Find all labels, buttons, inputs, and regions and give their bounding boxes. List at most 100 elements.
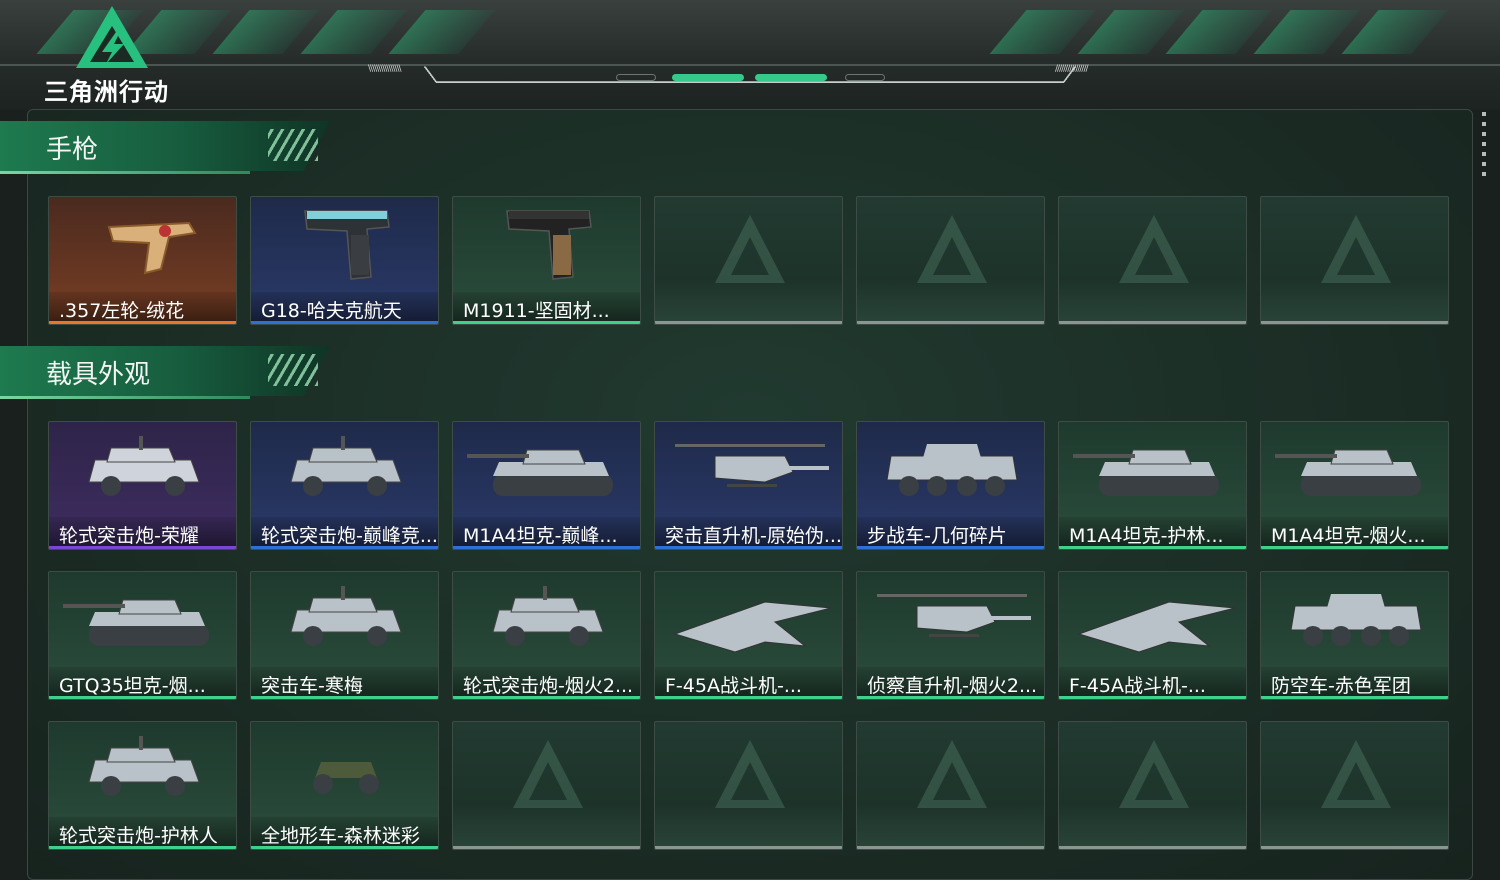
rarity-bar <box>1059 696 1246 699</box>
delta-emblem-icon <box>715 740 785 808</box>
empty-slot <box>654 196 843 325</box>
slot-bar <box>1261 321 1448 324</box>
item-label: .357左轮-绒花 <box>49 292 236 324</box>
item-label: 步战车-几何碎片 <box>857 517 1044 549</box>
section-header-vehicles: 载具外观 <box>0 346 330 400</box>
delta-emblem-icon <box>513 740 583 808</box>
header-ticks-left: \\\\\\\\\\\\\\\\ <box>368 64 402 74</box>
armored-car-icon <box>290 586 402 646</box>
item-card[interactable]: 步战车-几何碎片 <box>856 421 1045 550</box>
tank-icon <box>1073 449 1219 496</box>
rarity-bar <box>1261 696 1448 699</box>
tank-icon <box>467 449 613 496</box>
empty-slot <box>1260 196 1449 325</box>
delta-emblem-icon <box>917 215 987 283</box>
rarity-bar <box>1059 546 1246 549</box>
item-label: F-45A战斗机-... <box>1059 667 1246 699</box>
item-label: F-45A战斗机-... <box>655 667 842 699</box>
item-card[interactable]: G18-哈夫克航天 <box>250 196 439 325</box>
section-title: 手枪 <box>46 135 99 165</box>
slot-bar <box>1059 321 1246 324</box>
item-card[interactable]: M1A4坦克-护林... <box>1058 421 1247 550</box>
item-card[interactable]: F-45A战斗机-... <box>1058 571 1247 700</box>
item-label: 轮式突击炮-烟火2... <box>453 667 640 699</box>
item-label: 突击车-寒梅 <box>251 667 438 699</box>
item-card[interactable]: GTQ35坦克-烟... <box>48 571 237 700</box>
pistol-grid: .357左轮-绒花 G18-哈夫克航天 M1911-坚固材... <box>48 196 1449 325</box>
item-card[interactable]: M1911-坚固材... <box>452 196 641 325</box>
scrollbar[interactable] <box>1482 112 1486 180</box>
rarity-bar <box>857 696 1044 699</box>
header-stripes-right <box>989 10 1449 54</box>
item-label: M1A4坦克-护林... <box>1059 517 1246 549</box>
delta-emblem-icon <box>1119 215 1189 283</box>
revolver-icon <box>107 221 197 275</box>
slot-bar <box>453 846 640 849</box>
rarity-bar <box>655 546 842 549</box>
slot-bar <box>857 846 1044 849</box>
jet-icon <box>673 601 832 653</box>
helicopter-icon <box>877 594 1031 637</box>
header-center-frame <box>423 66 1077 84</box>
section-header-pistols: 手枪 <box>0 121 330 175</box>
ifv-icon <box>886 444 1018 496</box>
tank-icon <box>63 599 209 646</box>
item-label: 轮式突击炮-护林人 <box>49 817 236 849</box>
ifv-icon <box>1290 594 1422 646</box>
item-card[interactable]: 轮式突击炮-烟火2... <box>452 571 641 700</box>
item-card[interactable]: F-45A战斗机-... <box>654 571 843 700</box>
item-card[interactable]: 轮式突击炮-护林人 <box>48 721 237 850</box>
item-card[interactable]: M1A4坦克-烟火... <box>1260 421 1449 550</box>
armored-car-icon <box>88 736 200 796</box>
empty-slot <box>654 721 843 850</box>
empty-slot <box>1260 721 1449 850</box>
item-card[interactable]: .357左轮-绒花 <box>48 196 237 325</box>
slot-bar <box>655 321 842 324</box>
header-ticks-right: //////////////// <box>1055 64 1089 74</box>
empty-slot <box>1058 721 1247 850</box>
item-card[interactable]: 防空车-赤色军团 <box>1260 571 1449 700</box>
item-card[interactable]: 轮式突击炮-荣耀 <box>48 421 237 550</box>
item-card[interactable]: M1A4坦克-巅峰... <box>452 421 641 550</box>
section-title: 载具外观 <box>46 360 151 390</box>
item-card[interactable]: 全地形车-森林迷彩 <box>250 721 439 850</box>
header-pill-active <box>672 74 744 81</box>
item-label: G18-哈夫克航天 <box>251 292 438 324</box>
vehicle-grid: 轮式突击炮-荣耀 轮式突击炮-巅峰竞... M1A4坦克-巅峰... 突击直升机… <box>48 421 1449 850</box>
slot-bar <box>1059 846 1246 849</box>
empty-slot <box>452 721 641 850</box>
rarity-bar <box>49 696 236 699</box>
delta-emblem-icon <box>1119 740 1189 808</box>
item-label: M1911-坚固材... <box>453 292 640 324</box>
armored-car-icon <box>88 436 200 496</box>
slot-bar <box>1261 846 1448 849</box>
item-label: 侦察直升机-烟火2... <box>857 667 1044 699</box>
item-card[interactable]: 侦察直升机-烟火2... <box>856 571 1045 700</box>
item-label: GTQ35坦克-烟... <box>49 667 236 699</box>
rarity-bar <box>453 696 640 699</box>
header-pill-active <box>755 74 827 81</box>
item-label: 全地形车-森林迷彩 <box>251 817 438 849</box>
jet-icon <box>1077 601 1236 653</box>
slot-bar <box>655 846 842 849</box>
empty-slot <box>856 196 1045 325</box>
armored-car-icon <box>290 436 402 496</box>
delta-emblem-icon <box>1321 740 1391 808</box>
rarity-bar <box>251 846 438 849</box>
rarity-bar <box>49 546 236 549</box>
item-card[interactable]: 突击车-寒梅 <box>250 571 439 700</box>
item-card[interactable]: 轮式突击炮-巅峰竞... <box>250 421 439 550</box>
armored-car-icon <box>492 586 604 646</box>
item-label: 轮式突击炮-荣耀 <box>49 517 236 549</box>
rarity-bar <box>49 846 236 849</box>
pistol-icon <box>506 210 592 280</box>
pistol-icon <box>304 210 390 280</box>
header-pill <box>845 74 885 81</box>
header-pill <box>616 74 656 81</box>
delta-emblem-icon <box>715 215 785 283</box>
item-card[interactable]: 突击直升机-原始伪... <box>654 421 843 550</box>
rarity-bar <box>453 321 640 324</box>
helicopter-icon <box>675 444 829 487</box>
item-label: M1A4坦克-烟火... <box>1261 517 1448 549</box>
rarity-bar <box>49 321 236 324</box>
